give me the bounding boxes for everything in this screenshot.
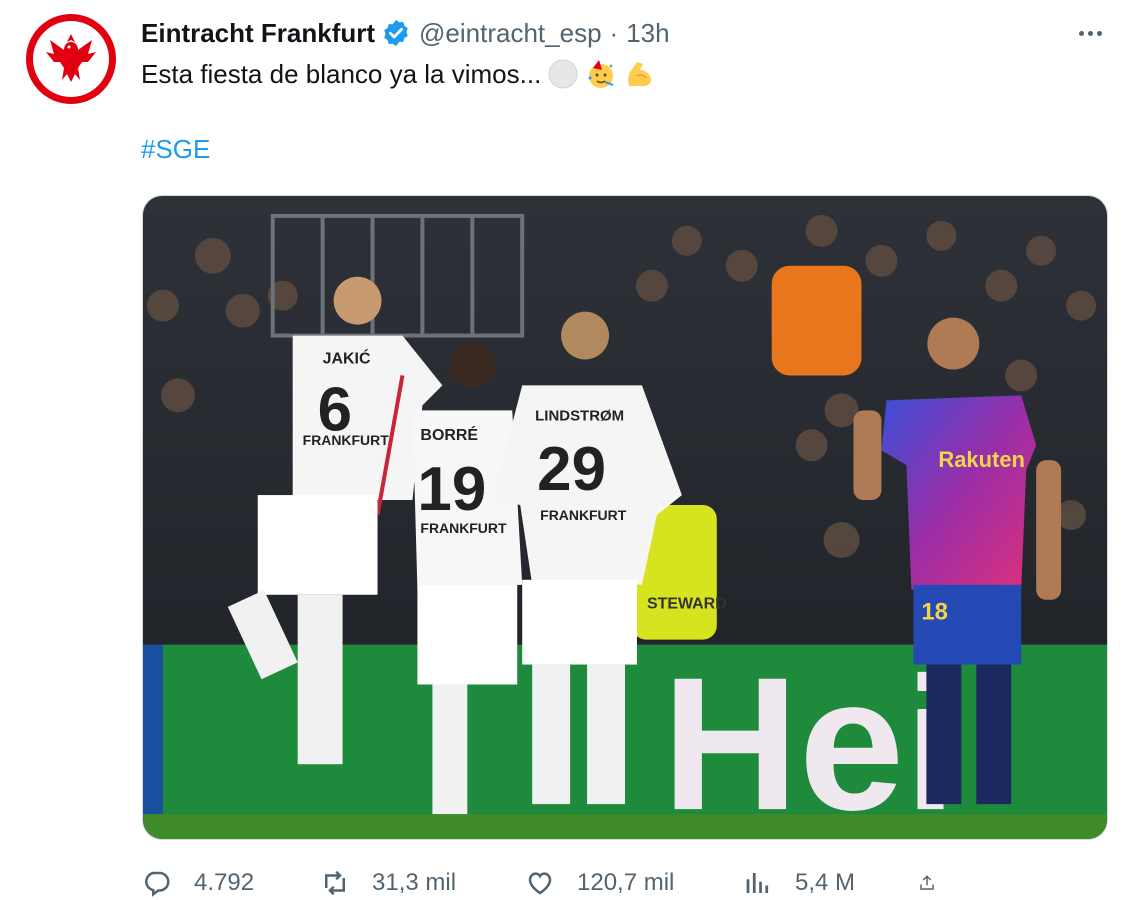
heart-icon <box>528 872 552 895</box>
player-6-club: FRANKFURT <box>303 432 390 448</box>
author-handle[interactable]: @eintracht_esp <box>419 18 602 49</box>
player-29-number: 29 <box>537 435 606 504</box>
retweet-count: 31,3 mil <box>372 869 457 896</box>
share-icon <box>920 875 934 890</box>
author-display-name[interactable]: Eintracht Frankfurt <box>141 18 375 49</box>
player-19-name: BORRÉ <box>420 425 478 444</box>
reply-icon <box>145 871 170 897</box>
views-chart-icon <box>746 873 769 893</box>
player-6-name: JAKIĆ <box>323 348 371 367</box>
player-29-name: LINDSTRØM <box>535 407 624 424</box>
like-count: 120,7 mil <box>577 869 675 896</box>
tweet-body: Esta fiesta de blanco ya la vimos... <box>141 59 542 89</box>
partying-face-emoji <box>585 58 617 90</box>
share-button[interactable] <box>918 866 958 900</box>
reply-button[interactable]: 4.792 <box>142 866 320 900</box>
retweet-button[interactable]: 31,3 mil <box>320 866 525 900</box>
hashtag-link[interactable]: #SGE <box>141 134 210 165</box>
tweet-actions: 4.792 31,3 mil 120,7 mil 5,4 M <box>142 866 1102 900</box>
separator-dot: · <box>609 17 619 48</box>
tweet-media-image[interactable]: Hei JAKIĆ 6 FRANKFURT BORRÉ 19 FRANKFURT <box>142 195 1108 840</box>
verified-badge-icon <box>381 18 411 48</box>
views-count: 5,4 M <box>795 869 856 896</box>
tweet-time[interactable]: 13h <box>626 18 669 49</box>
tweet-header: Eintracht Frankfurt @eintracht_esp · 13h <box>141 16 670 50</box>
flexed-biceps-emoji <box>623 58 655 90</box>
player-19-club: FRANKFURT <box>420 520 507 536</box>
retweet-icon <box>325 870 345 896</box>
steward-text: STEWARD <box>647 596 727 613</box>
player-19-number: 19 <box>417 455 486 524</box>
eagle-crest-icon <box>33 21 109 97</box>
board-text: Hei <box>662 638 957 839</box>
avatar[interactable] <box>26 14 116 104</box>
player-18-sponsor: Rakuten <box>938 447 1025 472</box>
more-dots-icon[interactable] <box>1070 20 1110 46</box>
views-button[interactable]: 5,4 M <box>743 866 918 900</box>
reply-count: 4.792 <box>194 869 255 896</box>
white-circle-emoji <box>547 58 579 90</box>
player-29-club: FRANKFURT <box>540 507 627 523</box>
player-18-number: 18 <box>921 599 948 626</box>
like-button[interactable]: 120,7 mil <box>525 866 743 900</box>
tweet-text: Esta fiesta de blanco ya la vimos... <box>141 56 655 92</box>
